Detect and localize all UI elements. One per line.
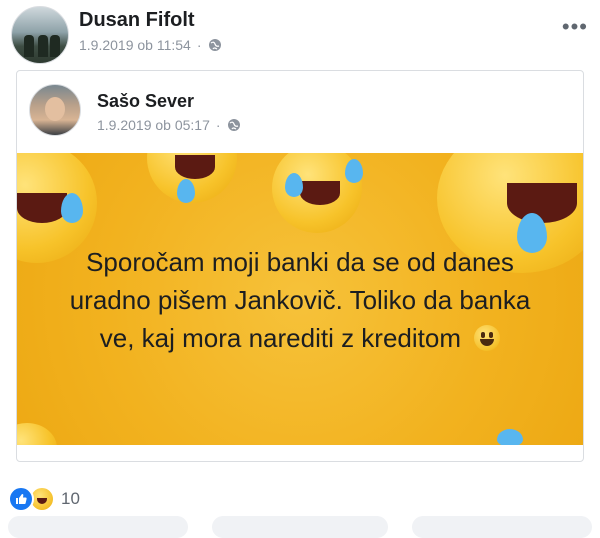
separator-dot: ·: [196, 37, 202, 53]
globe-icon: [227, 119, 240, 131]
author-name[interactable]: Dusan Fifolt: [79, 9, 195, 32]
shared-post-meta: 1.9.2019 ob 05:17 ·: [97, 117, 241, 133]
grinning-emoji-icon: [474, 325, 501, 351]
shared-author-name[interactable]: Sašo Sever: [97, 91, 194, 112]
post-header: Dusan Fifolt 1.9.2019 ob 11:54 · •••: [0, 0, 600, 68]
share-button[interactable]: [412, 516, 592, 538]
comment-button[interactable]: [212, 516, 388, 538]
separator-dot: ·: [215, 117, 221, 133]
post-text-line-with-emoji: ve, kaj mora narediti z kreditom: [17, 319, 583, 357]
laughing-emoji-icon: [17, 423, 57, 445]
post-text-line: ve, kaj mora narediti z kreditom: [99, 323, 461, 353]
more-options-icon[interactable]: •••: [562, 14, 588, 40]
post-text: Sporočam moji banki da se od danes uradn…: [17, 243, 583, 357]
shared-author-avatar[interactable]: [29, 84, 81, 136]
reactions-summary[interactable]: 10: [8, 486, 80, 512]
tear-icon: [497, 429, 523, 445]
shared-post-timestamp[interactable]: 1.9.2019 ob 05:17: [97, 117, 210, 133]
text-background-image: Sporočam moji banki da se od danes uradn…: [17, 153, 583, 445]
post-text-line: uradno pišem Jankovič. Toliko da banka: [69, 285, 531, 315]
reaction-count[interactable]: 10: [61, 489, 80, 509]
globe-icon: [208, 39, 221, 51]
tear-icon: [345, 159, 363, 183]
tear-icon: [177, 179, 195, 203]
post-text-line: Sporočam moji banki da se od danes: [86, 247, 514, 277]
shared-post-card[interactable]: Sašo Sever 1.9.2019 ob 05:17 · Sporočam …: [16, 70, 584, 462]
like-icon: [8, 486, 34, 512]
post-meta: 1.9.2019 ob 11:54 ·: [79, 37, 222, 53]
tear-icon: [285, 173, 303, 197]
author-avatar[interactable]: [11, 6, 69, 64]
shared-post-header: Sašo Sever 1.9.2019 ob 05:17 ·: [17, 71, 583, 153]
tear-icon: [61, 193, 83, 223]
action-bar: [0, 516, 600, 538]
like-button[interactable]: [8, 516, 188, 538]
post-timestamp[interactable]: 1.9.2019 ob 11:54: [79, 37, 191, 53]
